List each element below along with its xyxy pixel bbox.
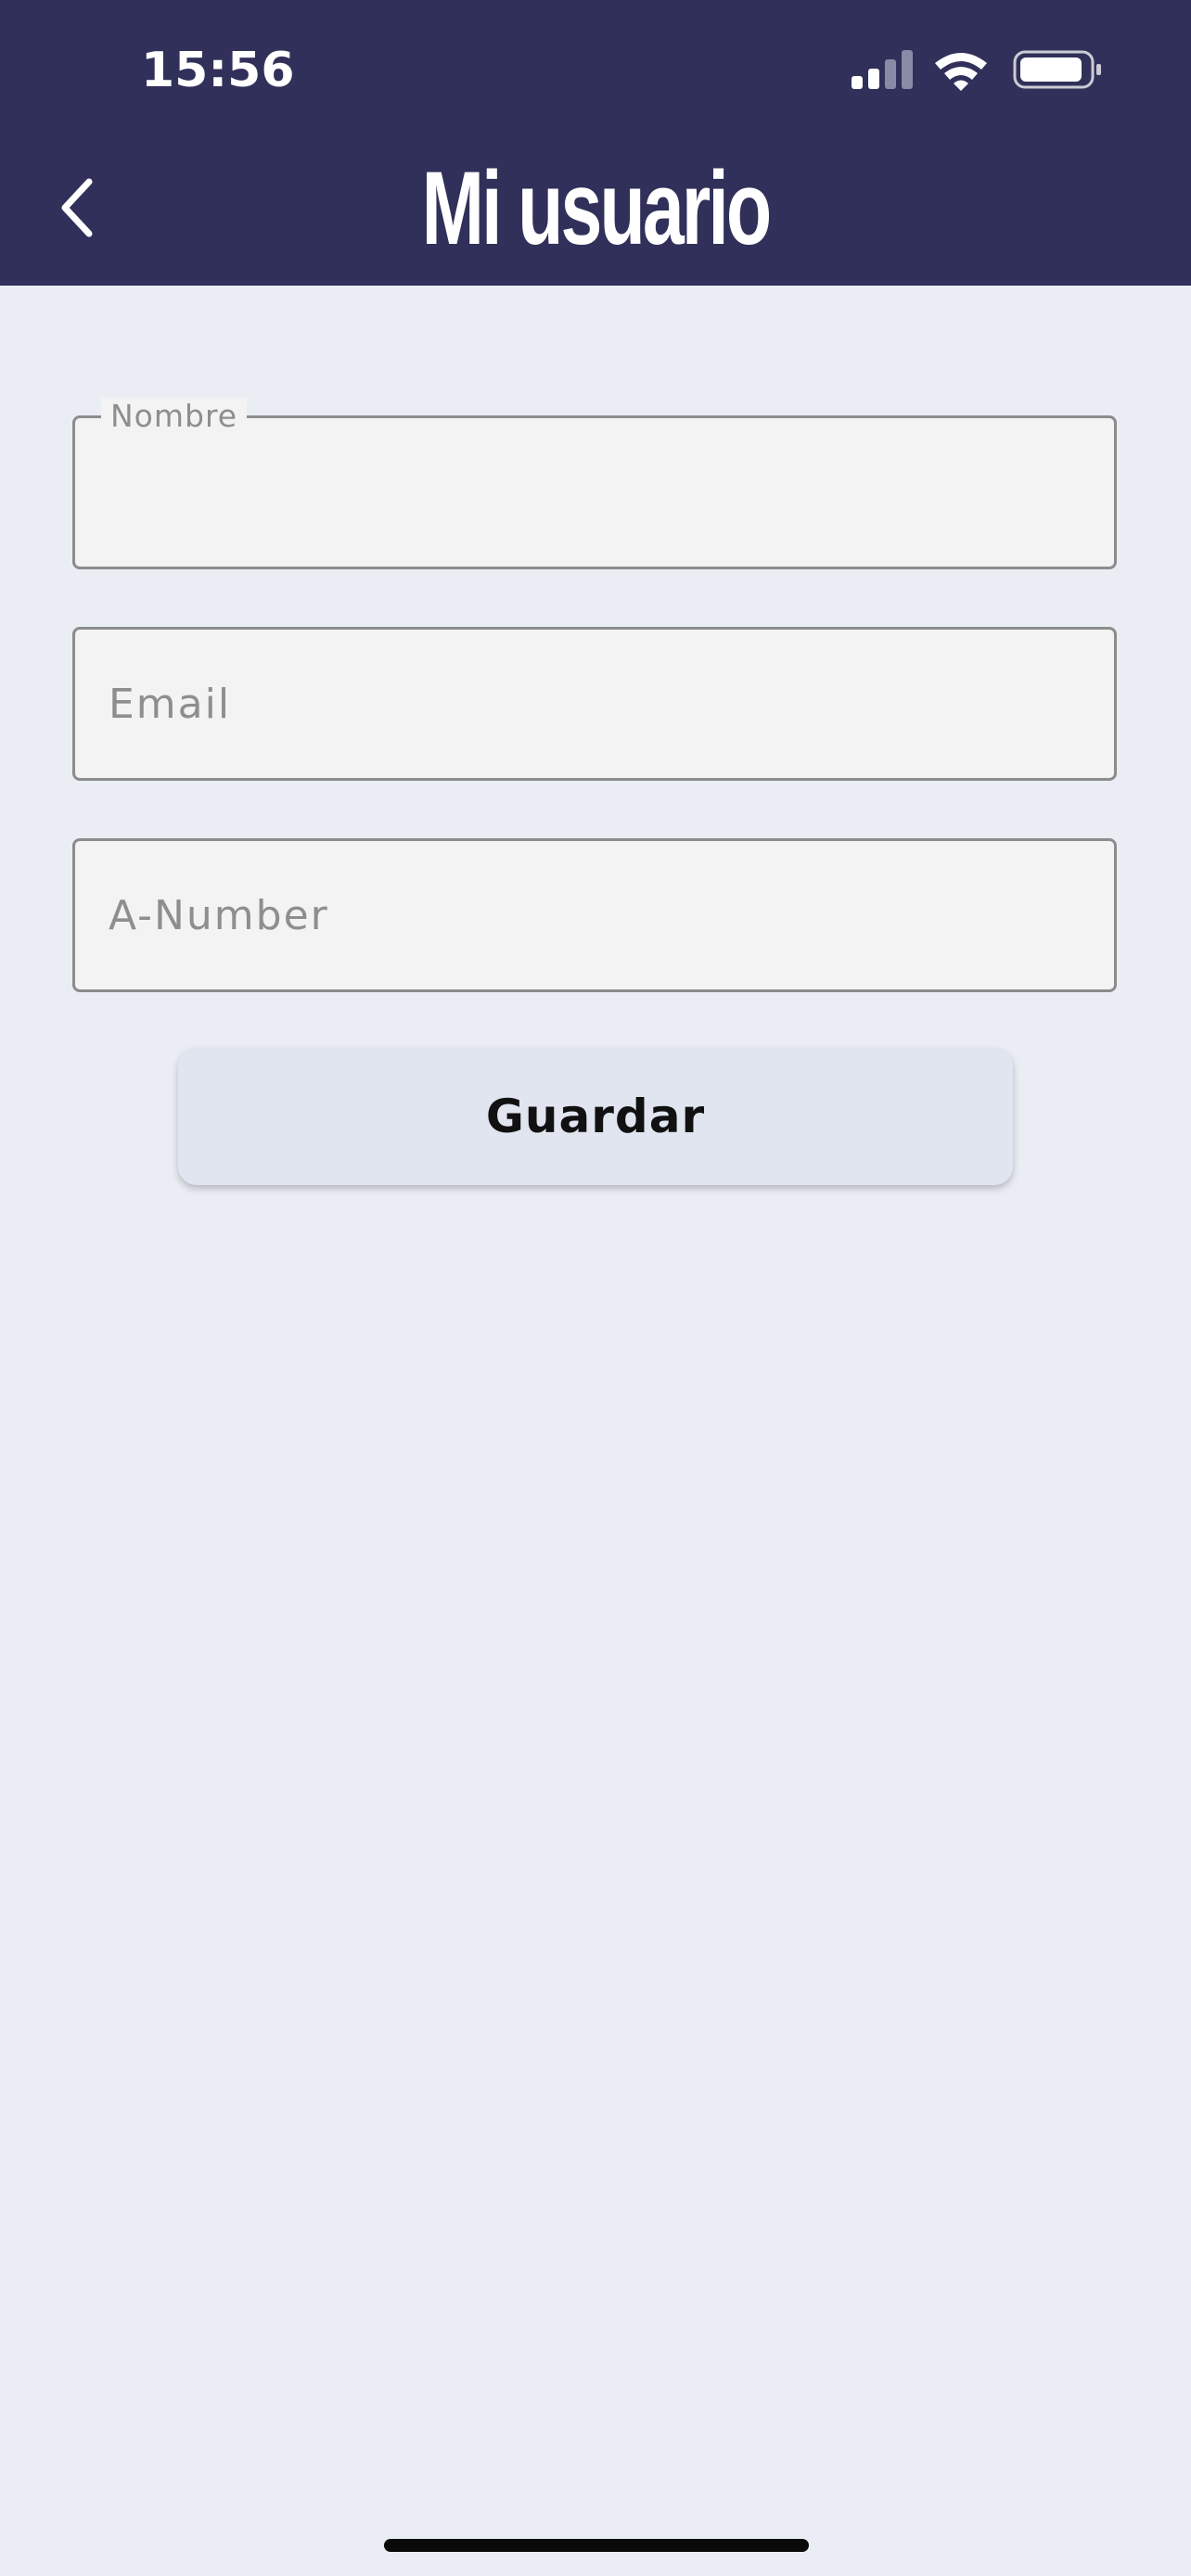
save-button[interactable]: Guardar xyxy=(178,1048,1013,1185)
status-time: 15:56 xyxy=(141,43,295,98)
a-number-input[interactable] xyxy=(75,841,1114,989)
back-button[interactable] xyxy=(48,167,111,249)
cellular-signal-icon xyxy=(852,50,913,89)
app-header: 15:56 Mi usuario xyxy=(0,0,1191,286)
email-input[interactable] xyxy=(75,630,1114,778)
battery-icon xyxy=(1013,50,1101,89)
wifi-icon xyxy=(935,53,987,91)
name-field[interactable]: Nombre xyxy=(72,398,1117,569)
name-label: Nombre xyxy=(101,398,248,435)
email-field[interactable] xyxy=(72,627,1117,781)
page-title: Mi usuario xyxy=(421,150,772,266)
home-indicator xyxy=(384,2539,809,2552)
name-input[interactable] xyxy=(75,418,1114,567)
chevron-left-icon xyxy=(61,178,93,237)
status-icons xyxy=(852,46,1102,93)
a-number-field[interactable] xyxy=(72,838,1117,992)
